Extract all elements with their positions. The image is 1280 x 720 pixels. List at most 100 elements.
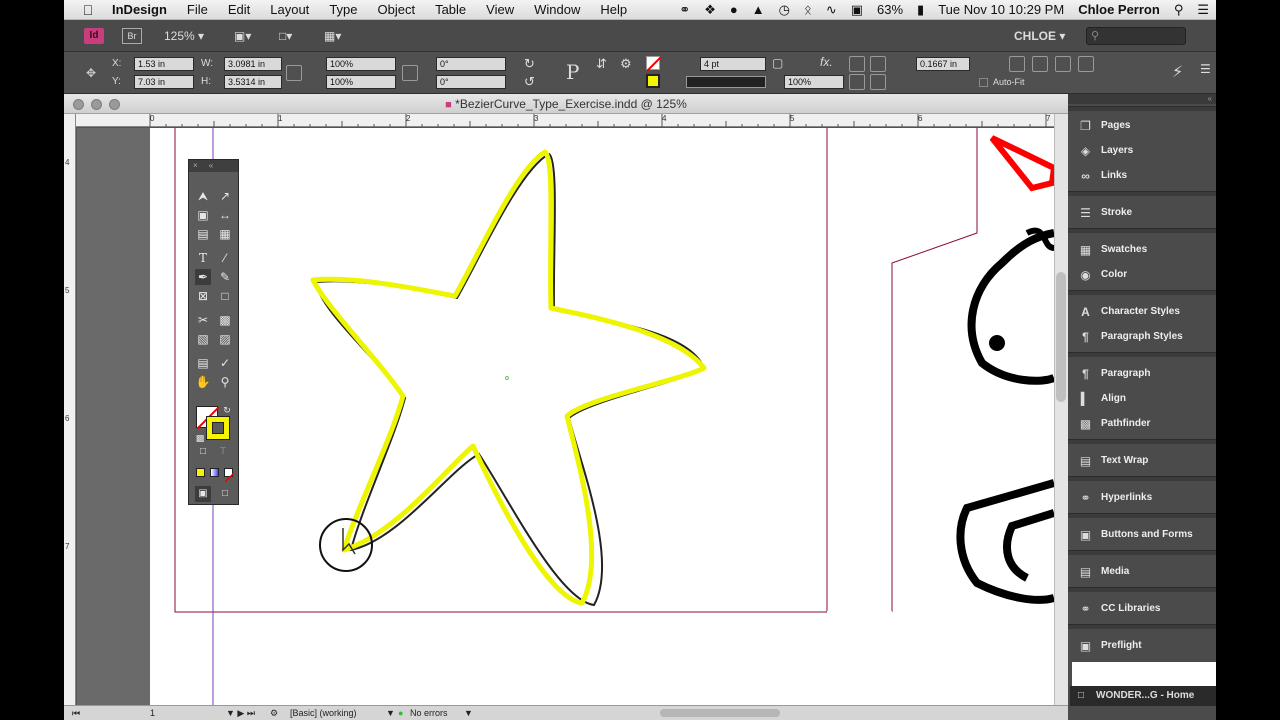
select-container-icon[interactable]: ⇵ xyxy=(596,56,607,72)
scale-x-field[interactable]: 100% xyxy=(326,57,396,71)
height-field[interactable]: 3.5314 in xyxy=(224,75,282,89)
rotate-cw-icon[interactable]: ↻ xyxy=(524,56,535,72)
spotlight-icon[interactable]: ⚲ xyxy=(1167,2,1191,18)
preview-mode-icon[interactable]: □ xyxy=(217,486,233,502)
formatting-text-icon[interactable]: T xyxy=(215,444,231,460)
x-field[interactable]: 1.53 in xyxy=(134,57,194,71)
menu-help[interactable]: Help xyxy=(590,0,637,20)
view-options-icon[interactable]: ▣▾ xyxy=(234,26,251,46)
hand-tool-icon[interactable]: ✋ xyxy=(195,374,211,390)
menu-layout[interactable]: Layout xyxy=(260,0,319,20)
display-icon[interactable]: ▣ xyxy=(844,2,870,18)
autofit-checkbox[interactable] xyxy=(979,78,988,87)
shear-field[interactable]: 0° xyxy=(436,75,506,89)
apply-none-icon[interactable] xyxy=(224,468,235,483)
menu-type[interactable]: Type xyxy=(319,0,367,20)
panel-stroke[interactable]: ☰ Stroke xyxy=(1070,202,1214,224)
panel-text-wrap[interactable]: ▤ Text Wrap xyxy=(1070,450,1214,472)
flip-p-icon[interactable]: P xyxy=(566,60,579,84)
page-number-field[interactable]: 1 xyxy=(150,708,155,718)
panel-media[interactable]: ▤ Media xyxy=(1070,561,1214,583)
panel-paragraph-styles[interactable]: ¶ Paragraph Styles xyxy=(1070,326,1214,348)
panel-pathfinder[interactable]: ▩ Pathfinder xyxy=(1070,413,1214,435)
opacity-field[interactable]: 100% xyxy=(784,75,844,89)
frame-fitting-2-icon[interactable] xyxy=(1032,56,1048,72)
zoom-tool-icon[interactable]: ⚲ xyxy=(217,374,233,390)
dropdown-arrow-icon[interactable]: ▼ xyxy=(386,708,395,718)
notification-icon[interactable]: ☰ xyxy=(1190,2,1216,18)
dropbox-icon[interactable]: ❖ xyxy=(697,2,723,18)
y-field[interactable]: 7.03 in xyxy=(134,75,194,89)
panel-pages[interactable]: ❐ Pages xyxy=(1070,115,1214,137)
formatting-container-icon[interactable]: □ xyxy=(195,444,211,460)
scissors-tool-icon[interactable]: ✂ xyxy=(195,312,211,328)
panel-layers[interactable]: ◈ Layers xyxy=(1070,140,1214,162)
constrain-scale-icon[interactable] xyxy=(402,65,418,81)
cc-icon[interactable]: ⚭ xyxy=(672,2,697,18)
dock-collapse-button[interactable]: « xyxy=(1068,94,1216,104)
panel-color[interactable]: ◉ Color xyxy=(1070,264,1214,286)
free-transform-tool-icon[interactable]: ▩ xyxy=(217,312,233,328)
zoom-window-icon[interactable] xyxy=(109,99,120,110)
selection-tool-icon[interactable]: ⮝ xyxy=(195,188,211,204)
fit-content-icon[interactable] xyxy=(849,74,865,90)
tools-panel-header[interactable]: × « xyxy=(189,160,238,172)
gradient-feather-tool-icon[interactable]: ▨ xyxy=(217,331,233,347)
menu-app[interactable]: InDesign xyxy=(102,0,177,20)
menu-edit[interactable]: Edit xyxy=(218,0,260,20)
scale-y-field[interactable]: 100% xyxy=(326,75,396,89)
close-window-icon[interactable] xyxy=(73,99,84,110)
rotate-field[interactable]: 0° xyxy=(436,57,506,71)
pencil-tool-icon[interactable]: ✎ xyxy=(217,269,233,285)
width-field[interactable]: 3.0981 in xyxy=(224,57,282,71)
fill-none-swatch[interactable] xyxy=(646,56,662,72)
screen-mode-icon[interactable]: □▾ xyxy=(279,26,292,46)
menu-window[interactable]: Window xyxy=(524,0,590,20)
time-machine-icon[interactable]: ◷ xyxy=(772,2,797,18)
align-center-icon[interactable] xyxy=(870,56,886,72)
clock[interactable]: Tue Nov 10 10:29 PM xyxy=(931,2,1071,17)
rectangle-tool-icon[interactable]: □ xyxy=(217,288,233,304)
drop-shadow-icon[interactable]: ▢ xyxy=(772,56,783,70)
vertical-scrollbar-thumb[interactable] xyxy=(1056,272,1066,402)
offset-field[interactable]: 0.1667 in xyxy=(916,57,970,71)
rectangle-frame-tool-icon[interactable]: ⊠ xyxy=(195,288,211,304)
note-tool-icon[interactable]: ▤ xyxy=(195,355,211,371)
stroke-type-dropdown[interactable] xyxy=(686,76,766,88)
stroke-swatch-large[interactable] xyxy=(206,416,230,440)
panel-character-styles[interactable]: A Character Styles xyxy=(1070,301,1214,323)
rotate-ccw-icon[interactable]: ↺ xyxy=(524,74,535,90)
panel-buttons-forms[interactable]: ▣ Buttons and Forms xyxy=(1070,524,1214,546)
apply-color-icon[interactable] xyxy=(196,468,205,477)
preflight-profile-icon[interactable]: ⚙ xyxy=(270,708,278,719)
stroke-weight-field[interactable]: 4 pt xyxy=(700,57,766,71)
panel-swatches[interactable]: ▦ Swatches xyxy=(1070,239,1214,261)
frame-fitting-1-icon[interactable] xyxy=(1009,56,1025,72)
gap-tool-icon[interactable]: ↔ xyxy=(217,207,233,223)
bridge-button[interactable]: Br xyxy=(122,28,142,44)
user-name[interactable]: Chloe Perron xyxy=(1071,2,1167,17)
panel-menu-icon[interactable]: ☰ xyxy=(1200,62,1211,76)
gradient-swatch-tool-icon[interactable]: ▧ xyxy=(195,331,211,347)
zoom-level-dropdown[interactable]: 125% ▾ xyxy=(164,26,204,46)
apple-icon[interactable]:  xyxy=(74,2,102,18)
fit-frame-icon[interactable] xyxy=(870,74,886,90)
battery-icon[interactable]: ▮ xyxy=(910,2,931,18)
workspace-switcher[interactable]: CHLOE ▾ xyxy=(1014,26,1065,46)
arrange-documents-icon[interactable]: ▦▾ xyxy=(324,26,341,46)
line-tool-icon[interactable]: ⁄ xyxy=(217,250,233,266)
constrain-proportions-icon[interactable] xyxy=(286,65,302,81)
menu-view[interactable]: View xyxy=(476,0,524,20)
panel-align[interactable]: ▍ Align xyxy=(1070,388,1214,410)
evernote-icon[interactable]: ● xyxy=(723,2,745,17)
pen-tool-icon[interactable]: ✒ xyxy=(195,269,211,285)
stroke-swatch[interactable] xyxy=(646,74,660,88)
errors-status[interactable]: No errors xyxy=(410,708,448,718)
vertical-scrollbar[interactable] xyxy=(1054,114,1068,705)
horizontal-ruler[interactable]: 0 1 2 3 4 5 6 7 xyxy=(76,114,1054,127)
content-placer-icon[interactable]: ▦ xyxy=(217,226,233,242)
panel-preflight[interactable]: ▣ Preflight xyxy=(1070,635,1214,657)
page-nav-next-icon[interactable]: ▼ ▶ ⏭ xyxy=(226,708,255,719)
type-tool-icon[interactable]: T xyxy=(195,250,211,266)
swap-fill-stroke-icon[interactable]: ↻ xyxy=(219,402,235,418)
